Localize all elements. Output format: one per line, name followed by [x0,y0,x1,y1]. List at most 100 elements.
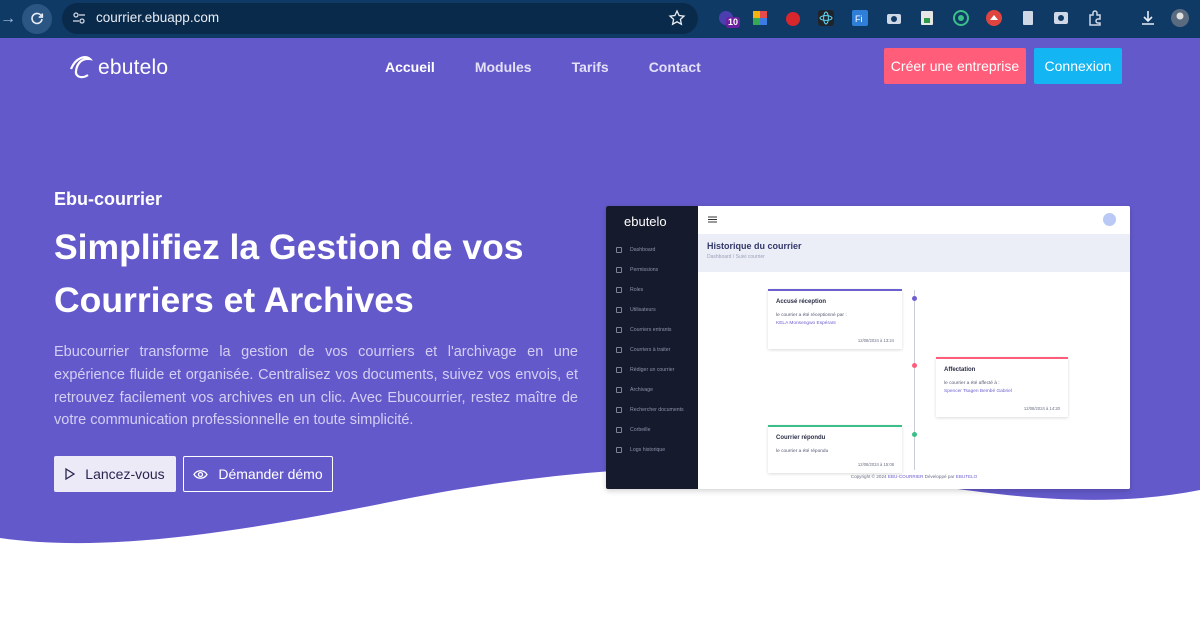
mock-timeline: Accusé réception le courrier a été récep… [698,272,1130,489]
card-link: KELA Monsengwo Espérant [776,321,836,326]
nav-link-accueil[interactable]: Accueil [385,59,435,75]
extension-icon-purple[interactable]: 10 [716,8,741,28]
mock-menu-label: Dashboard [630,247,656,253]
trash-icon [616,427,622,433]
extension-icon-camera[interactable] [884,8,904,28]
card-date: 12/08/2024 à 13:24 [857,338,894,343]
extension-icon-tomato[interactable] [783,8,803,28]
card-text: le courrier a été réceptionné par : [776,313,847,318]
back-arrow-icon[interactable]: → [0,10,16,28]
nav-link-tarifs[interactable]: Tarifs [572,59,609,75]
extension-icon-fi[interactable]: Fi [850,8,870,28]
mock-menu-label: Rédiger un courrier [630,367,675,373]
timeline-card: Accusé réception le courrier a été récep… [768,289,902,349]
nav-link-modules[interactable]: Modules [475,59,532,75]
mock-menu-item: Rechercher documents [606,400,698,420]
search-icon [616,407,622,413]
roles-icon [616,287,622,293]
mock-topbar [698,206,1130,234]
extension-icon-target[interactable] [951,8,971,28]
mock-avatar [1103,213,1116,226]
hero-description: Ebucourrier transforme la gestion de vos… [54,344,578,429]
footer-dev-label: Développé par [924,474,955,479]
login-button[interactable]: Connexion [1034,48,1122,84]
brand-logo[interactable]: ebutelo [68,55,168,81]
mock-menu-item: Courriers à traiter [606,340,698,360]
bookmark-star-icon[interactable] [668,9,686,27]
svg-text:Fi: Fi [855,14,863,24]
get-started-button[interactable]: Lancez-vous [54,456,176,492]
mock-menu-label: Rechercher documents [630,407,684,413]
footer-copyright: Copyright © 2024 [850,474,887,479]
card-title: Affectation [944,367,976,373]
mock-menu-label: Roles [630,287,644,293]
mock-logo: ebutelo [624,214,667,229]
logo-swoosh-icon [69,56,94,79]
timeline-dot [912,296,917,301]
edit-icon [616,367,622,373]
timeline-dot [912,432,917,437]
create-company-button[interactable]: Créer une entreprise [884,48,1026,84]
extension-icon-page[interactable] [1018,8,1038,28]
timeline-dot [912,363,917,368]
card-link: Spencer Tsagen Bembé Gabriel [944,389,1012,394]
mock-menu-item: Rédiger un courrier [606,360,698,380]
hero-section: ebutelo Accueil Modules Tarifs Contact C… [0,38,1200,640]
extension-icon-record[interactable] [1051,8,1071,28]
mock-page-header: Historique du courrier Dashboard / Suivi… [698,234,1130,272]
reload-button[interactable] [22,4,52,34]
timeline-line [914,290,915,470]
get-started-label: Lancez-vous [85,466,165,482]
mock-sidebar: ebutelo Dashboard Permissions Roles Util… [606,206,698,489]
mock-menu-label: Permissions [630,267,659,273]
extension-icon-react[interactable] [816,8,836,28]
url-text[interactable]: courrier.ebuapp.com [96,10,219,25]
site-settings-icon[interactable] [72,11,86,25]
hero-headline: Simplifiez la Gestion de vos Courriers e… [54,227,524,320]
mock-breadcrumb: Dashboard / Suivi courrier [707,254,765,260]
mock-menu-item: Utilisateurs [606,300,698,320]
mock-menu-item: Permissions [606,260,698,280]
profile-avatar[interactable] [1170,8,1190,28]
card-date: 12/08/2024 à 15:08 [857,462,894,467]
history-icon [616,447,622,453]
nav-link-contact[interactable]: Contact [649,59,701,75]
card-text: le courrier a été affecté à : [944,381,1000,386]
users-icon [616,307,622,313]
mock-menu-label: Courriers entrants [630,327,672,333]
mock-menu-label: Courriers à traiter [630,347,671,353]
card-text: le courrier a été répondu [776,449,829,454]
timeline-card: Affectation le courrier a été affecté à … [936,357,1068,417]
mock-menu-item: Logs historique [606,440,698,460]
browser-toolbar: → courrier.ebuapp.com 10 Fi [0,0,1200,38]
mock-menu-item: Roles [606,280,698,300]
extension-badge: 10 [726,17,741,28]
mock-menu-label: Corbeille [630,427,651,433]
play-icon [65,468,76,480]
brand-logo-text: ebutelo [98,56,169,79]
address-bar[interactable]: courrier.ebuapp.com [62,3,698,34]
mock-menu-item: Courriers entrants [606,320,698,340]
mock-menu-label: Archivage [630,387,654,393]
footer-dev-link: EBUTELO [955,474,978,479]
extension-icon-colorful[interactable] [750,8,770,28]
card-date: 12/08/2024 à 14:20 [1023,406,1060,411]
mock-menu-item: Corbeille [606,420,698,440]
request-demo-button[interactable]: Démander démo [183,456,333,492]
mock-page-title: Historique du courrier [707,241,802,251]
mock-menu: Dashboard Permissions Roles Utilisateurs… [606,240,698,460]
inbox-icon [616,327,622,333]
download-icon[interactable] [1138,8,1158,28]
product-name: Ebu-courrier [54,189,163,209]
extension-icon-cloud[interactable] [984,8,1004,28]
main-nav: Accueil Modules Tarifs Contact [385,59,741,75]
hamburger-icon [708,216,717,223]
dashboard-icon [616,247,622,253]
mock-menu-label: Logs historique [630,447,666,453]
card-title: Courrier répondu [776,435,826,441]
extensions-puzzle-icon[interactable] [1085,8,1105,28]
mock-footer: Copyright © 2024 EBU-COURRIER Développé … [698,474,1130,479]
folder-icon [616,387,622,393]
extension-icon-doc[interactable] [917,8,937,28]
request-demo-label: Démander démo [218,466,323,482]
